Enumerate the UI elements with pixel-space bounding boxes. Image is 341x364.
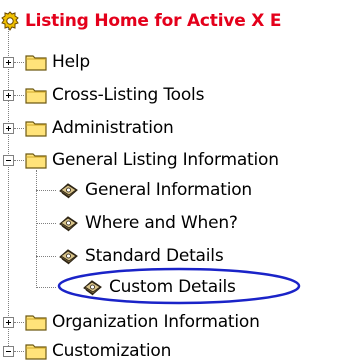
folder-icon (25, 88, 47, 104)
tree-item-label: General Listing Information (52, 150, 279, 170)
tree-connector (14, 128, 24, 129)
tree-item-customization[interactable]: Customization (25, 338, 171, 364)
tree-root-label: Listing Home for Active X E (25, 11, 282, 31)
home-gear-icon (1, 11, 19, 31)
folder-icon (25, 121, 47, 137)
expand-toggle-cross-listing-tools[interactable] (3, 90, 14, 101)
tree-item-label: Standard Details (85, 246, 224, 266)
tree-item-label: Where and When? (85, 213, 238, 233)
tree-connector (14, 62, 24, 63)
tree-item-label: Cross-Listing Tools (52, 85, 205, 105)
tree-item-general-information[interactable]: General Information (56, 177, 252, 203)
tree-item-label: General Information (85, 180, 253, 200)
collapse-toggle-general-listing-information[interactable] (3, 155, 14, 166)
folder-icon (25, 344, 47, 360)
gear-icon (59, 183, 78, 199)
tree-item-standard-details[interactable]: Standard Details (56, 243, 224, 269)
tree-item-help[interactable]: Help (25, 49, 90, 75)
tree-item-label: Administration (52, 118, 174, 138)
tree-item-label: Customization (52, 341, 172, 361)
tree-connector (36, 287, 56, 288)
tree-item-administration[interactable]: Administration (25, 115, 174, 141)
gear-icon (83, 280, 102, 296)
tree-connector (14, 95, 24, 96)
tree-connector (14, 351, 24, 352)
tree-item-organization-information[interactable]: Organization Information (25, 309, 260, 335)
expand-toggle-organization-information[interactable] (3, 317, 14, 328)
tree-root-listing-home[interactable]: Listing Home for Active X E (0, 8, 282, 34)
tree-item-general-listing-information[interactable]: General Listing Information (25, 147, 279, 173)
gear-icon (59, 216, 78, 232)
expand-toggle-administration[interactable] (3, 123, 14, 134)
tree-item-custom-details[interactable]: Custom Details (80, 274, 236, 300)
tree-connector (36, 223, 56, 224)
folder-icon (25, 55, 47, 71)
tree-item-where-and-when[interactable]: Where and When? (56, 210, 238, 236)
gear-icon (59, 249, 78, 265)
folder-icon (25, 153, 47, 169)
tree-connector (36, 170, 37, 288)
tree-item-label: Custom Details (109, 277, 236, 297)
folder-icon (25, 315, 47, 331)
tree-item-label: Organization Information (52, 312, 260, 332)
tree-connector (14, 160, 24, 161)
tree-item-cross-listing-tools[interactable]: Cross-Listing Tools (25, 82, 204, 108)
tree-connector (14, 322, 24, 323)
collapse-toggle-customization[interactable] (3, 346, 14, 357)
listing-tree: Listing Home for Active X E Help Cross-L… (0, 0, 341, 361)
tree-item-label: Help (52, 52, 90, 72)
tree-connector (8, 28, 9, 348)
expand-toggle-help[interactable] (3, 57, 14, 68)
tree-connector (36, 190, 56, 191)
tree-connector (36, 256, 56, 257)
